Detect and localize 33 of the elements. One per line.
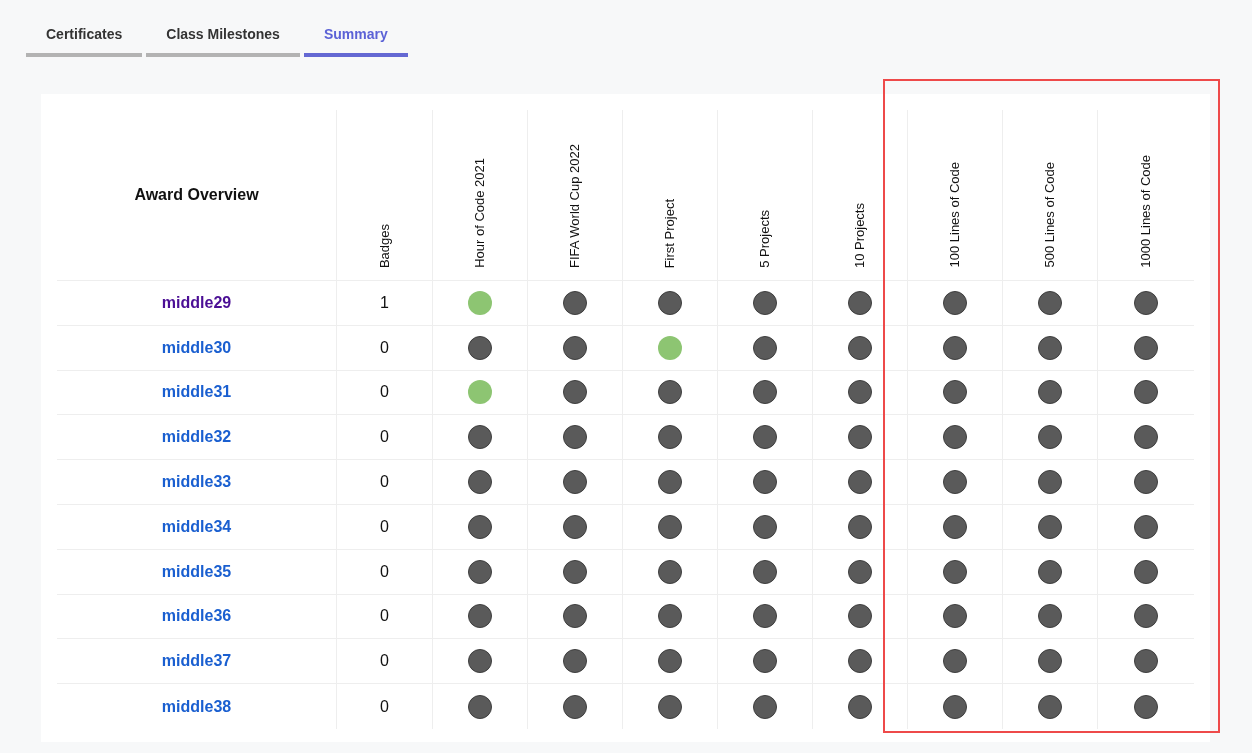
badge-count: 0 — [380, 651, 389, 672]
column-header: 10 Projects — [851, 202, 869, 268]
tab[interactable]: Certificates — [26, 24, 143, 57]
column-header: Hour of Code 2021 — [471, 158, 489, 268]
student-link[interactable]: middle38 — [161, 694, 232, 719]
badge-count: 0 — [380, 382, 389, 403]
badge-count: 0 — [380, 606, 389, 627]
tab[interactable]: Summary — [303, 24, 408, 57]
student-link[interactable]: middle30 — [161, 335, 232, 360]
badge-count: 0 — [380, 561, 389, 582]
tab[interactable]: Class Milestones — [146, 24, 300, 57]
column-header: Badges — [375, 223, 393, 268]
student-link[interactable]: middle31 — [161, 380, 232, 405]
column-header: 100 Lines of Code — [946, 162, 964, 268]
column-header: 500 Lines of Code — [1041, 162, 1059, 268]
badge-count: 0 — [380, 337, 389, 358]
student-link[interactable]: middle33 — [161, 470, 232, 495]
badge-count: 0 — [380, 427, 389, 448]
badge-count: 1 — [380, 292, 389, 313]
column-header: 1000 Lines of Code — [1136, 155, 1154, 268]
badge-count: 0 — [380, 516, 389, 537]
student-link[interactable]: middle35 — [161, 559, 232, 584]
table-title: Award Overview — [134, 185, 259, 205]
student-link[interactable]: middle29 — [161, 290, 232, 315]
student-link[interactable]: middle32 — [161, 425, 232, 450]
student-link[interactable]: middle37 — [161, 649, 232, 674]
badge-count: 0 — [380, 696, 389, 717]
column-header: FIFA World Cup 2022 — [566, 143, 584, 268]
student-link[interactable]: middle36 — [161, 604, 232, 629]
column-header: First Project — [661, 198, 679, 268]
column-header: 5 Projects — [756, 210, 774, 268]
student-link[interactable]: middle34 — [161, 514, 232, 539]
badge-count: 0 — [380, 472, 389, 493]
